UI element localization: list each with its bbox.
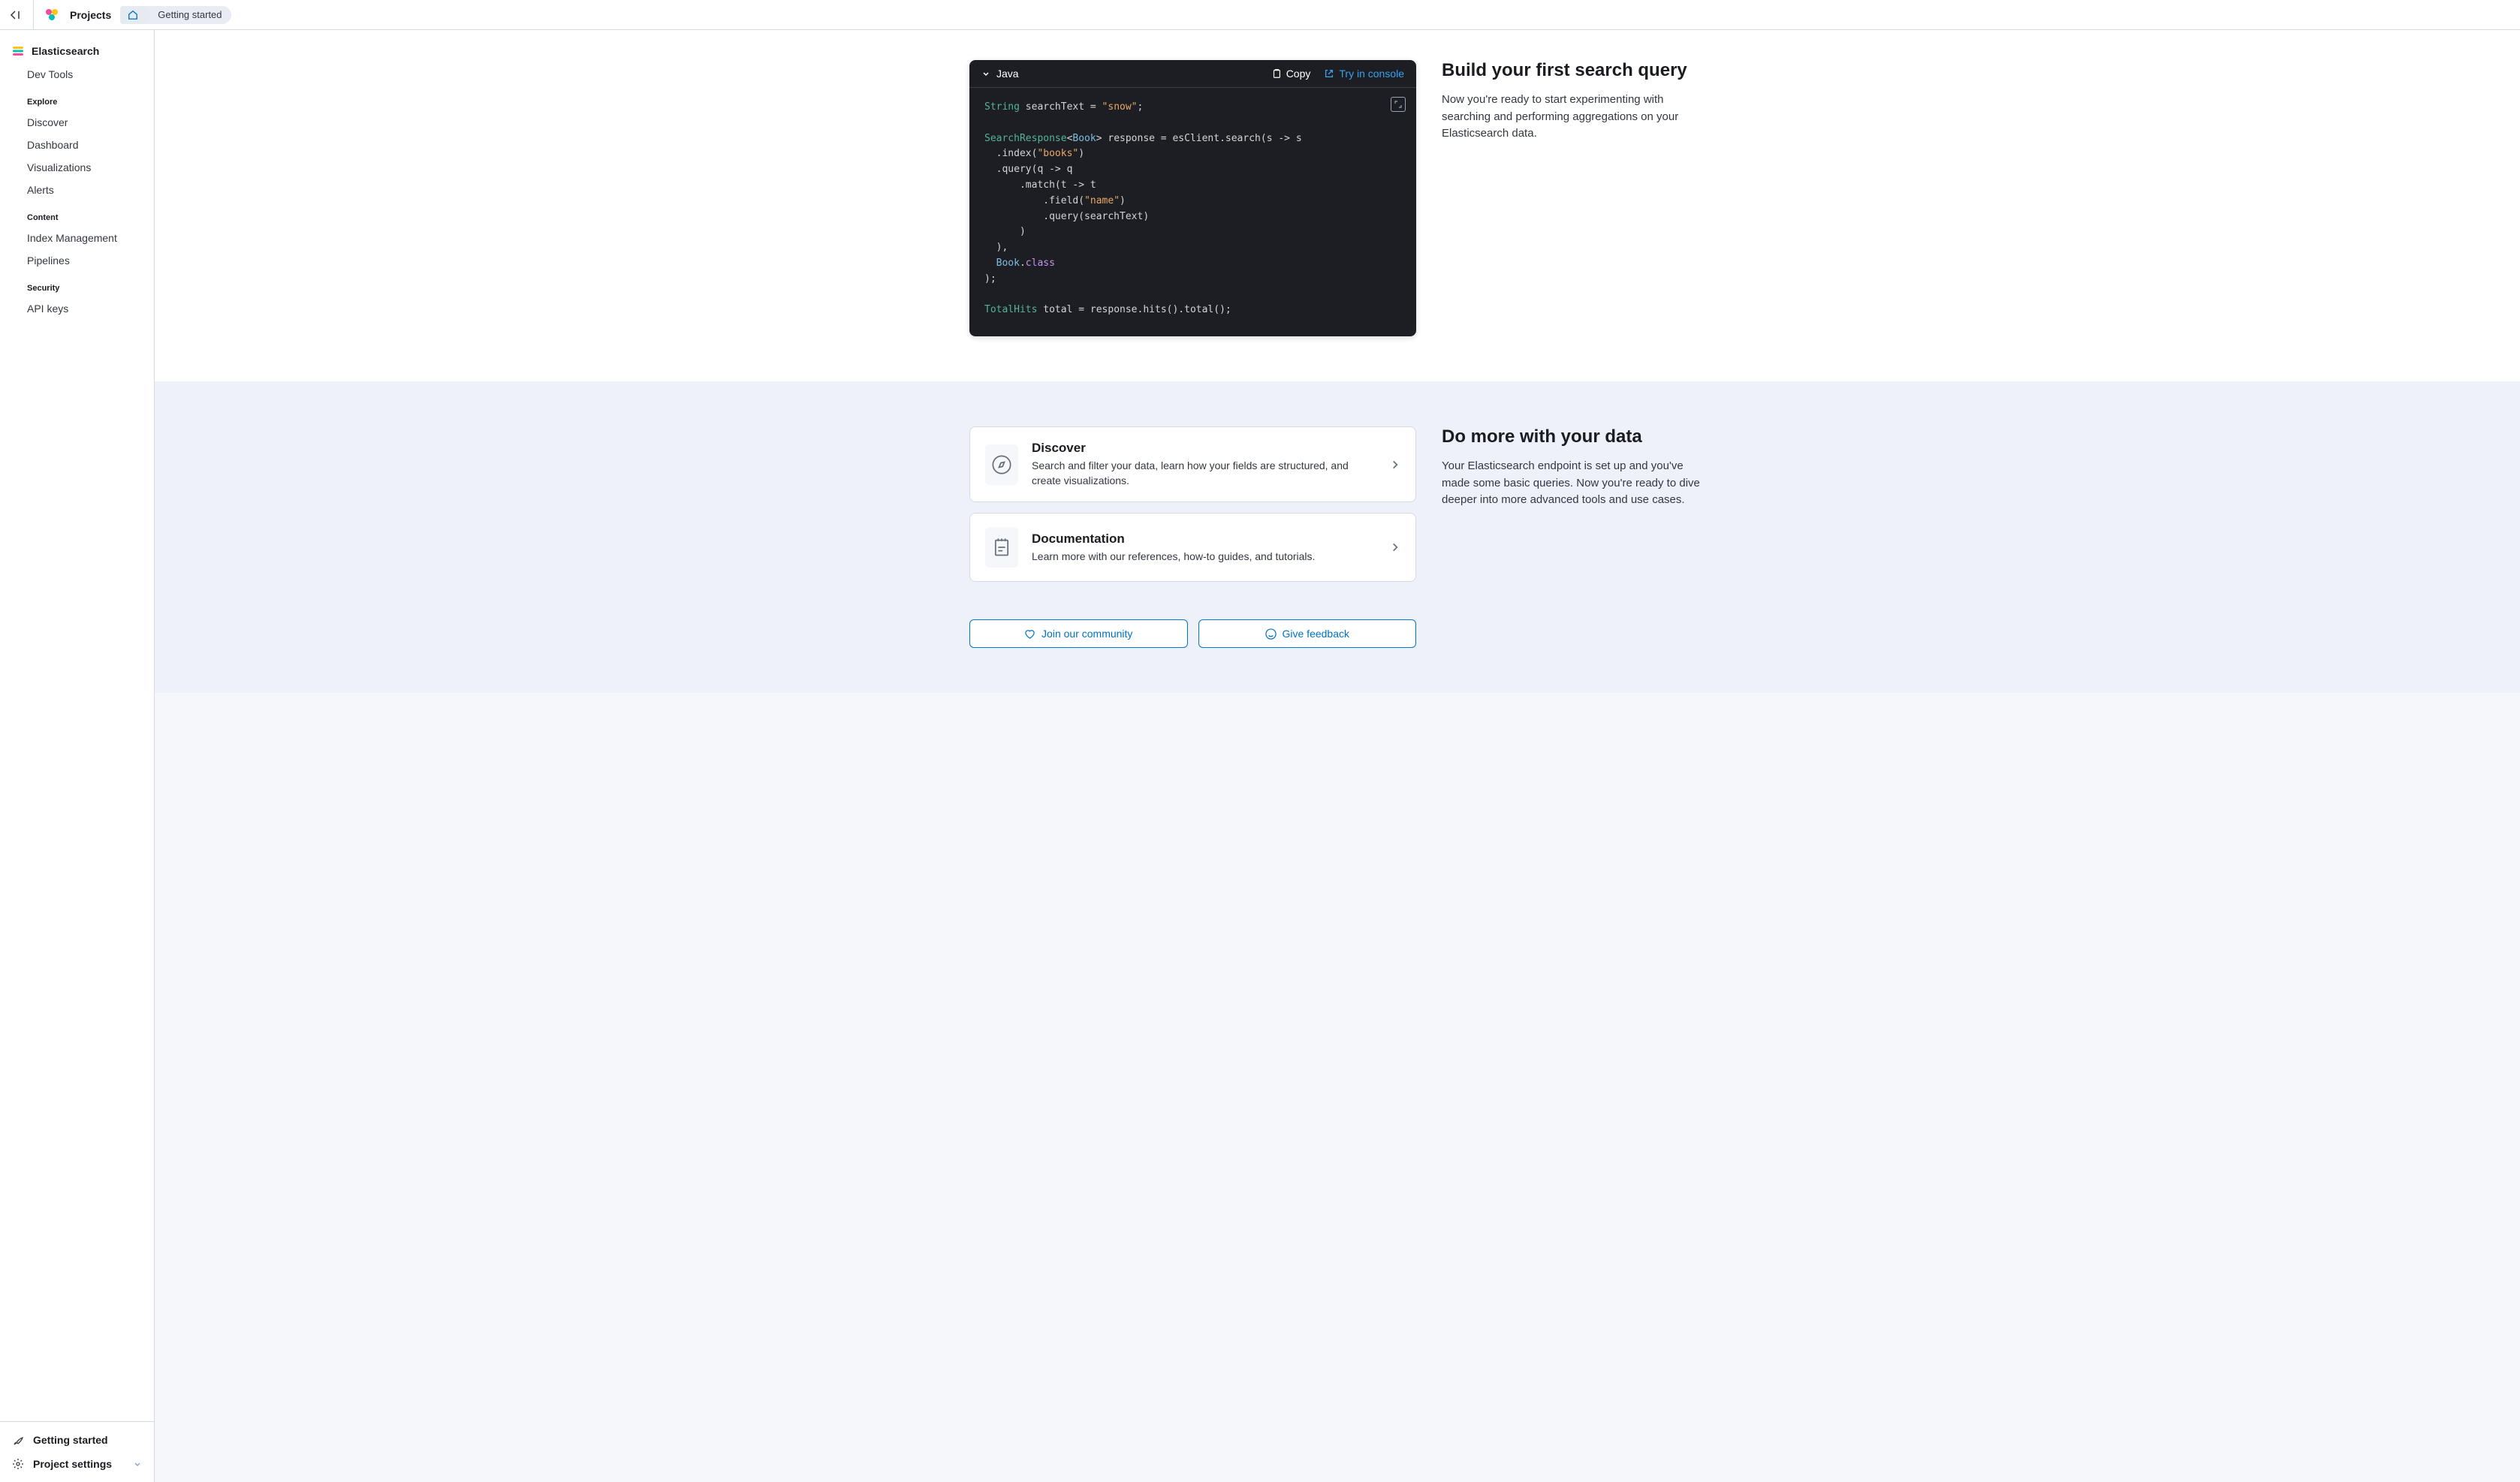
code-language-label: Java xyxy=(996,68,1019,80)
collapse-sidebar-button[interactable] xyxy=(6,6,24,24)
copy-button[interactable]: Copy xyxy=(1271,68,1311,80)
build-query-section: Build your first search query Now you're… xyxy=(1442,60,1705,336)
sidebar-item-index-management[interactable]: Index Management xyxy=(0,227,154,249)
sidebar-footer-getting-started[interactable]: Getting started xyxy=(0,1428,154,1452)
sidebar-footer-label: Project settings xyxy=(33,1458,112,1470)
compass-icon xyxy=(985,444,1018,485)
sidebar-item-visualizations[interactable]: Visualizations xyxy=(0,156,154,179)
sidebar-item-discover[interactable]: Discover xyxy=(0,111,154,134)
top-header: Projects Getting started xyxy=(0,0,2520,30)
do-more-description: Your Elasticsearch endpoint is set up an… xyxy=(1442,458,1705,509)
rocket-icon xyxy=(12,1434,24,1446)
do-more-section: Do more with your data Your Elasticsearc… xyxy=(1442,426,1705,648)
projects-link[interactable]: Projects xyxy=(70,9,111,21)
code-body[interactable]: String searchText = "snow"; SearchRespon… xyxy=(969,88,1416,336)
card-title: Documentation xyxy=(1032,532,1376,547)
try-in-console-button[interactable]: Try in console xyxy=(1324,68,1404,80)
elasticsearch-icon xyxy=(12,45,24,57)
divider xyxy=(33,0,34,30)
sidebar-section-content: Content xyxy=(0,201,154,227)
build-query-title: Build your first search query xyxy=(1442,60,1705,81)
card-description: Learn more with our references, how-to g… xyxy=(1032,550,1376,565)
gear-icon xyxy=(12,1458,24,1470)
sidebar-item-pipelines[interactable]: Pipelines xyxy=(0,249,154,272)
card-title: Discover xyxy=(1032,441,1376,456)
sidebar: Elasticsearch Dev Tools Explore Discover… xyxy=(0,30,155,1482)
build-query-description: Now you're ready to start experimenting … xyxy=(1442,92,1705,143)
external-link-icon xyxy=(1324,68,1334,79)
code-language-selector[interactable]: Java xyxy=(981,68,1019,80)
smile-icon xyxy=(1265,628,1277,640)
sidebar-section-security: Security xyxy=(0,272,154,297)
discover-card[interactable]: Discover Search and filter your data, le… xyxy=(969,426,1416,502)
sidebar-item-dashboard[interactable]: Dashboard xyxy=(0,134,154,156)
chevron-down-icon xyxy=(981,69,990,78)
chevron-right-icon xyxy=(1390,542,1400,553)
code-header: Java Copy Try in console xyxy=(969,60,1416,88)
sidebar-section-explore: Explore xyxy=(0,86,154,111)
heart-icon xyxy=(1024,628,1035,640)
breadcrumb-home[interactable] xyxy=(120,6,146,24)
sidebar-item-alerts[interactable]: Alerts xyxy=(0,179,154,201)
give-feedback-button[interactable]: Give feedback xyxy=(1198,619,1417,648)
breadcrumb-current: Getting started xyxy=(146,6,231,24)
sidebar-app-name: Elasticsearch xyxy=(32,45,99,57)
sidebar-footer-label: Getting started xyxy=(33,1434,108,1446)
sidebar-footer-project-settings[interactable]: Project settings xyxy=(0,1452,154,1476)
button-label: Give feedback xyxy=(1283,628,1350,640)
chevron-right-icon xyxy=(1390,459,1400,470)
documentation-card[interactable]: Documentation Learn more with our refere… xyxy=(969,513,1416,582)
button-label: Join our community xyxy=(1041,628,1132,640)
chevron-down-icon xyxy=(133,1459,142,1468)
main-content: Java Copy Try in console xyxy=(155,30,2520,1482)
card-description: Search and filter your data, learn how y… xyxy=(1032,459,1376,488)
sidebar-app-header[interactable]: Elasticsearch xyxy=(0,39,154,63)
join-community-button[interactable]: Join our community xyxy=(969,619,1188,648)
code-panel: Java Copy Try in console xyxy=(969,60,1416,336)
notepad-icon xyxy=(985,527,1018,568)
try-label: Try in console xyxy=(1339,68,1404,80)
collapse-icon xyxy=(9,9,21,21)
copy-label: Copy xyxy=(1286,68,1311,80)
clipboard-icon xyxy=(1271,68,1282,79)
elastic-logo-icon[interactable] xyxy=(43,6,61,24)
fullscreen-button[interactable] xyxy=(1391,97,1406,112)
sidebar-item-dev-tools[interactable]: Dev Tools xyxy=(0,63,154,86)
sidebar-item-api-keys[interactable]: API keys xyxy=(0,297,154,320)
do-more-title: Do more with your data xyxy=(1442,426,1705,447)
home-icon xyxy=(128,10,138,20)
fullscreen-icon xyxy=(1394,101,1402,108)
breadcrumb: Getting started xyxy=(120,6,231,24)
